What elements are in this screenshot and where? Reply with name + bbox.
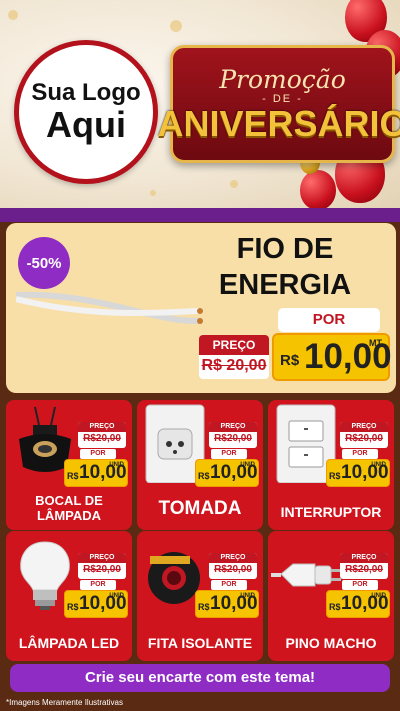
- product-name: PINO MACHO: [285, 634, 377, 651]
- balloon-icon: [300, 170, 336, 210]
- featured-price-box: R$ 10,00 MT: [272, 333, 392, 381]
- price-box: R$ 10,00 UNID: [64, 590, 128, 618]
- price-box: R$ 10,00 UNID: [326, 459, 390, 487]
- featured-currency: R$: [280, 352, 300, 369]
- product-name: LÂMPADA LED: [18, 634, 120, 651]
- unit-label: UNID: [240, 593, 255, 599]
- por-label: POR: [211, 580, 247, 590]
- currency: R$: [67, 602, 79, 612]
- cta-button[interactable]: Crie seu encarte com este tema!: [10, 664, 390, 692]
- product-name: INTERRUPTOR: [280, 503, 382, 520]
- product-name: TOMADA: [158, 498, 242, 520]
- currency: R$: [67, 471, 79, 481]
- featured-por-label: POR: [278, 308, 380, 332]
- old-price-box: PREÇO R$20,00: [340, 422, 388, 448]
- product-card[interactable]: PREÇO R$20,00 POR R$ 10,00 UNID INTERRUP…: [268, 400, 394, 530]
- old-price-box: PREÇO R$20,00: [78, 422, 126, 448]
- confetti-dot: [8, 10, 18, 20]
- confetti-dot: [170, 20, 182, 32]
- currency: R$: [329, 602, 341, 612]
- product-name: FITA ISOLANTE: [147, 634, 253, 651]
- promo-title: Promoção: [219, 64, 346, 94]
- old-price: R$20,00: [345, 433, 383, 444]
- featured-old-price-box: PREÇO R$ 20,00: [199, 335, 269, 379]
- preco-label: PREÇO: [340, 422, 388, 432]
- currency: R$: [329, 471, 341, 481]
- featured-name-line2: ENERGIA: [218, 269, 352, 301]
- featured-preco-label: PREÇO: [199, 335, 269, 355]
- logo-placeholder[interactable]: Sua Logo Aqui: [14, 40, 158, 184]
- preco-label: PREÇO: [78, 553, 126, 563]
- preco-label: PREÇO: [340, 553, 388, 563]
- purple-divider: [0, 208, 400, 222]
- old-price-box: PREÇO R$20,00: [340, 553, 388, 579]
- featured-product-card[interactable]: -50% FIO DE ENERGIA POR PREÇO R$ 20,00 R…: [6, 223, 396, 393]
- promo-headline: ANIVERSÁRIO: [157, 102, 400, 144]
- header-banner: Sua Logo Aqui Promoção - DE - ANIVERSÁRI…: [0, 0, 400, 210]
- currency: R$: [198, 471, 210, 481]
- featured-name-line1: FIO DE: [236, 233, 334, 265]
- price-box: R$ 10,00 UNID: [195, 590, 259, 618]
- old-price-box: PREÇO R$20,00: [209, 553, 257, 579]
- unit-label: UNID: [109, 593, 124, 599]
- unit-label: UNID: [371, 593, 386, 599]
- price-box: R$ 10,00 UNID: [195, 459, 259, 487]
- confetti-dot: [150, 190, 156, 196]
- product-card[interactable]: PREÇO R$20,00 POR R$ 10,00 UNID FITA ISO…: [137, 531, 263, 661]
- old-price: R$20,00: [83, 564, 121, 575]
- por-label: POR: [342, 449, 378, 459]
- product-name: BOCAL DE LÂMPADA: [35, 493, 103, 524]
- old-price-box: PREÇO R$20,00: [209, 422, 257, 448]
- unit-label: UNID: [109, 462, 124, 468]
- old-price: R$20,00: [214, 433, 252, 444]
- por-label: POR: [342, 580, 378, 590]
- logo-text-line1: Sua Logo: [31, 78, 141, 106]
- product-card[interactable]: PREÇO R$20,00 POR R$ 10,00 UNID TOMADA: [137, 400, 263, 530]
- featured-unit: MT: [369, 338, 382, 348]
- preco-label: PREÇO: [78, 422, 126, 432]
- featured-old-price: R$ 20,00: [201, 357, 267, 374]
- confetti-dot: [230, 180, 238, 188]
- product-card[interactable]: PREÇO R$20,00 POR R$ 10,00 UNID BOCAL DE…: [6, 400, 132, 530]
- old-price: R$20,00: [83, 433, 121, 444]
- product-card[interactable]: PREÇO R$20,00 POR R$ 10,00 UNID PINO MAC…: [268, 531, 394, 661]
- disclaimer-text: *Imagens Meramente Ilustrativas: [6, 698, 123, 707]
- preco-label: PREÇO: [209, 553, 257, 563]
- promo-sign: Promoção - DE - ANIVERSÁRIO: [157, 45, 400, 163]
- old-price: R$20,00: [345, 564, 383, 575]
- por-label: POR: [80, 580, 116, 590]
- preco-label: PREÇO: [209, 422, 257, 432]
- currency: R$: [198, 602, 210, 612]
- old-price-box: PREÇO R$20,00: [78, 553, 126, 579]
- power-wire-icon: [16, 291, 203, 324]
- logo-text-line2: Aqui: [46, 104, 126, 146]
- por-label: POR: [211, 449, 247, 459]
- old-price: R$20,00: [214, 564, 252, 575]
- unit-label: UNID: [371, 462, 386, 468]
- discount-badge: -50%: [18, 237, 70, 289]
- price-box: R$ 10,00 UNID: [64, 459, 128, 487]
- price-box: R$ 10,00 UNID: [326, 590, 390, 618]
- product-card[interactable]: PREÇO R$20,00 POR R$ 10,00 UNID LÂMPADA …: [6, 531, 132, 661]
- unit-label: UNID: [240, 462, 255, 468]
- por-label: POR: [80, 449, 116, 459]
